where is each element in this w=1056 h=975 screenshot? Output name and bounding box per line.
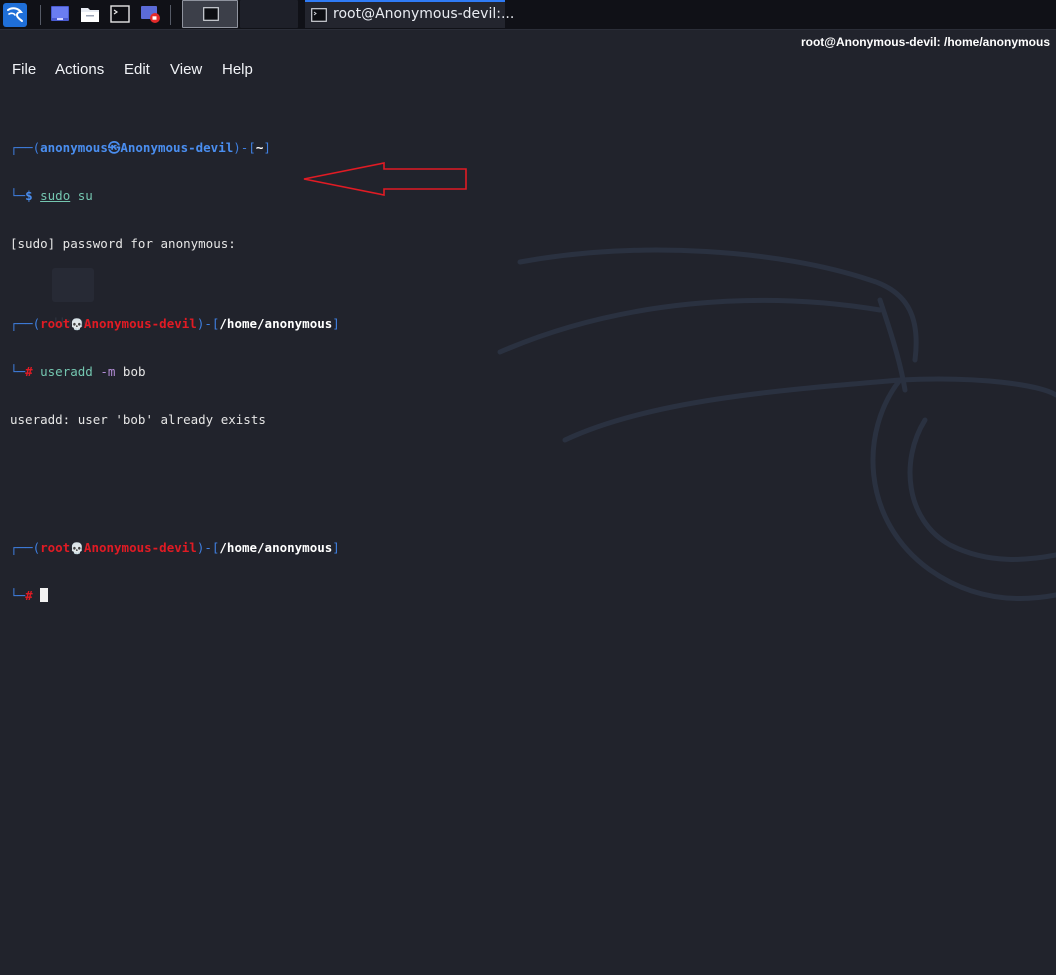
prompt-host: Anonymous-devil (120, 140, 234, 155)
prompt-dir: /home/anonymous (219, 540, 333, 555)
kali-dragon-icon[interactable] (3, 3, 27, 27)
menu-view[interactable]: View (170, 61, 202, 78)
command-line[interactable]: └─# (10, 588, 340, 604)
command-line: └─# useradd -m bob (10, 364, 340, 380)
menu-actions[interactable]: Actions (55, 61, 104, 78)
menu-help[interactable]: Help (222, 61, 253, 78)
skull-icon: 💀 (70, 318, 84, 331)
command-line: └─$ sudo su (10, 188, 340, 204)
prompt-symbol: $ (25, 188, 41, 203)
prompt-user: root (40, 316, 71, 331)
prompt-user: anonymous (40, 140, 108, 155)
prompt-corner: └─ (10, 588, 26, 603)
workspace-2[interactable] (240, 0, 298, 28)
screen-recorder-icon[interactable] (140, 4, 160, 24)
command-flag: -m (92, 364, 116, 379)
prompt-line: ┌──(root💀Anonymous-devil)-[/home/anonymo… (10, 540, 340, 556)
annotation-arrow-icon (303, 162, 467, 196)
terminal-icon[interactable] (110, 4, 130, 24)
prompt-sep: )-[ (196, 316, 220, 331)
text-cursor (40, 588, 49, 602)
prompt-corner: └─ (10, 364, 26, 379)
prompt-close: ] (263, 140, 271, 155)
prompt-corner: └─ (10, 188, 26, 203)
file-manager-icon[interactable] (80, 4, 100, 24)
prompt-sep: )-[ (233, 140, 256, 155)
command-text: useradd (40, 364, 93, 379)
desktop: Home root@Anonymous-devil:... root@Anony… (0, 0, 1056, 975)
terminal-icon (311, 8, 327, 22)
prompt-symbol: # (25, 588, 41, 603)
prompt-at-symbol: ㉿ (107, 140, 121, 155)
prompt-box: ┌──( (10, 540, 41, 555)
command-arg: bob (115, 364, 146, 379)
prompt-symbol: # (25, 364, 41, 379)
taskbar-separator (40, 5, 41, 25)
prompt-box: ┌──( (10, 316, 41, 331)
taskbar: root@Anonymous-devil:... (0, 0, 1056, 30)
prompt-box: ┌──( (10, 140, 41, 155)
prompt-line: ┌──(anonymous㉿Anonymous-devil)-[~] (10, 140, 340, 156)
workspace-1[interactable] (182, 0, 238, 28)
command-arg: su (70, 188, 93, 203)
prompt-sep: )-[ (196, 540, 220, 555)
terminal-output[interactable]: ┌──(anonymous㉿Anonymous-devil)-[~] └─$ s… (10, 92, 340, 636)
taskbar-window-title: root@Anonymous-devil:... (333, 6, 515, 22)
prompt-close: ] (332, 540, 340, 555)
menubar: File Actions Edit View Help (0, 58, 1056, 82)
prompt-host: Anonymous-devil (83, 316, 197, 331)
terminal-icon (203, 7, 219, 21)
menu-edit[interactable]: Edit (124, 61, 150, 78)
skull-icon: 💀 (70, 542, 84, 555)
workspace-icon[interactable] (50, 4, 70, 24)
taskbar-window-button[interactable]: root@Anonymous-devil:... (305, 0, 514, 28)
taskbar-separator (170, 5, 171, 25)
window-title: root@Anonymous-devil: /home/anonymous (800, 35, 1050, 49)
output-line: useradd: user 'bob' already exists (10, 412, 266, 427)
command-text: sudo (40, 188, 71, 203)
prompt-close: ] (332, 316, 340, 331)
prompt-dir: /home/anonymous (219, 316, 333, 331)
prompt-line: ┌──(root💀Anonymous-devil)-[/home/anonymo… (10, 316, 340, 332)
menu-file[interactable]: File (12, 61, 36, 78)
prompt-user: root (40, 540, 71, 555)
output-line: [sudo] password for anonymous: (10, 236, 236, 251)
prompt-host: Anonymous-devil (83, 540, 197, 555)
